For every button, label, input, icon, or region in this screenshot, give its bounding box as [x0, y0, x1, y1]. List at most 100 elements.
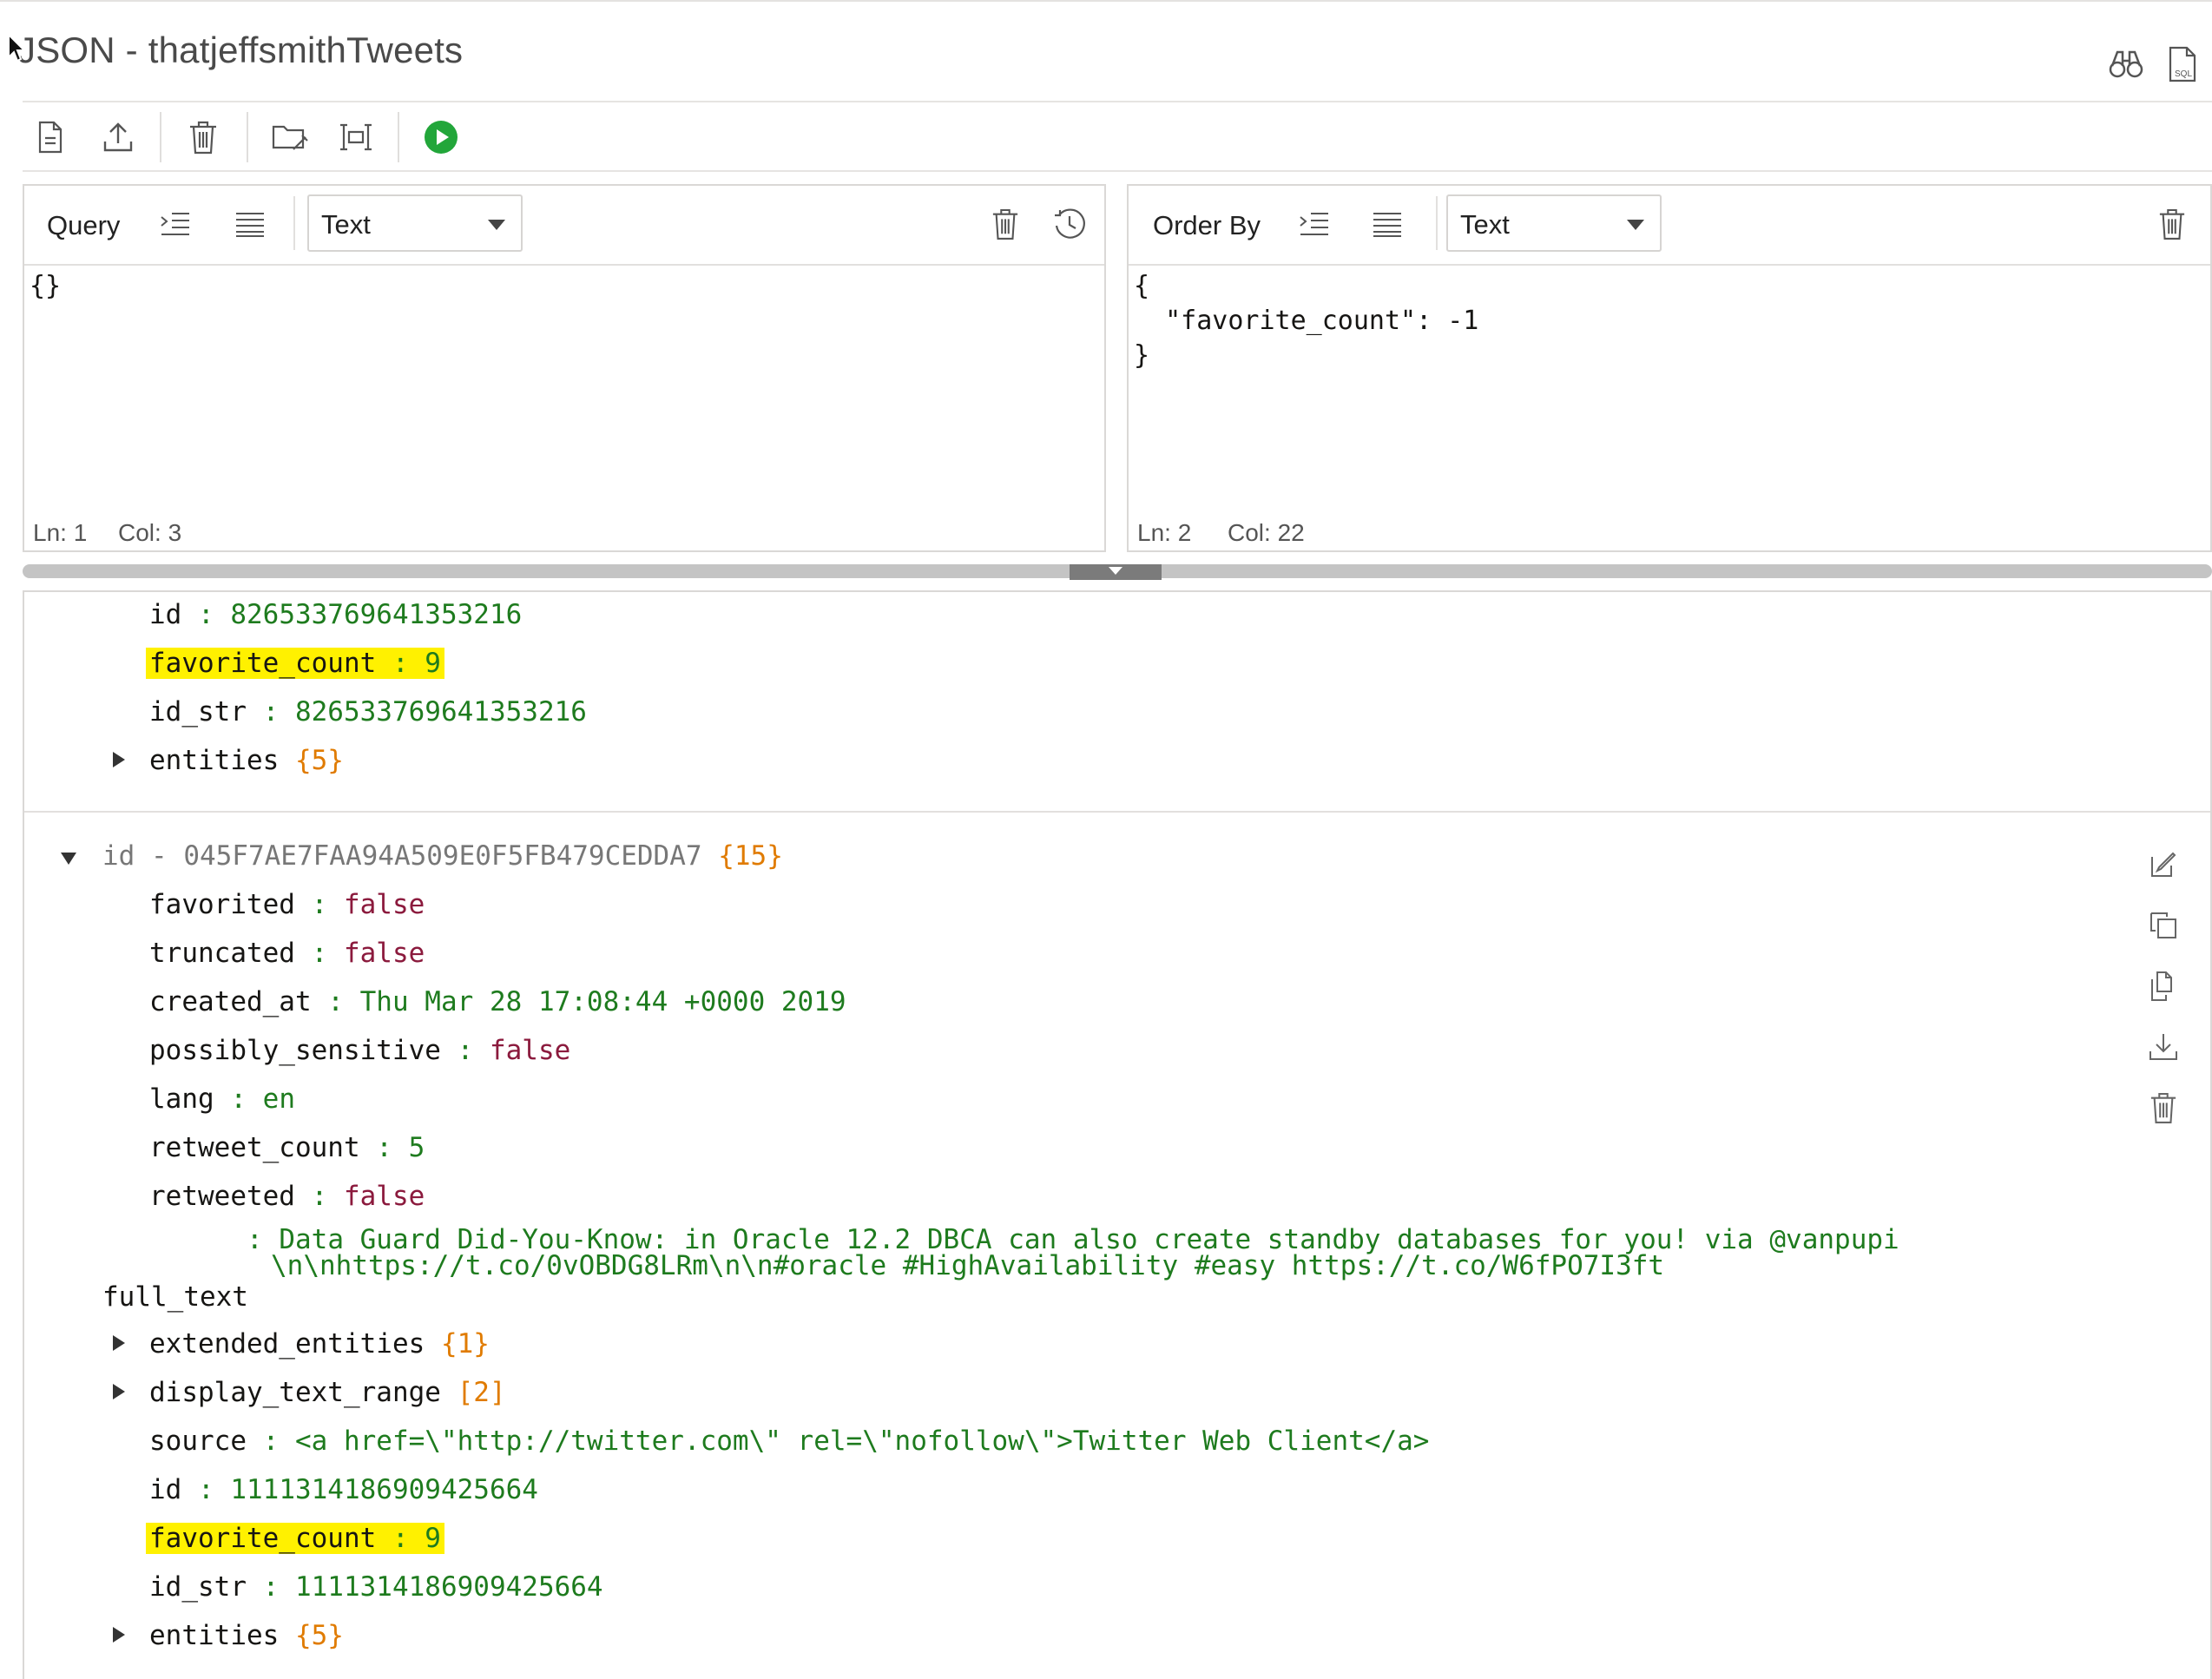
toolbar-separator	[398, 112, 399, 162]
key-label: full_text	[102, 1281, 248, 1313]
key-label: lang	[149, 1083, 214, 1115]
key-label: id_str	[149, 696, 247, 728]
tree-row-truncated: truncated : false	[149, 938, 425, 969]
tree-row-display-text-range[interactable]: display_text_range [2]	[149, 1375, 506, 1410]
binoculars-icon[interactable]	[2104, 45, 2148, 83]
tree-row-lang: lang : en	[149, 1083, 295, 1115]
key-label: id_str	[149, 1571, 247, 1603]
open-folder-icon[interactable]	[267, 116, 313, 158]
value[interactable]: 1111314186909425664	[230, 1474, 538, 1505]
sql-file-icon[interactable]: SQL	[2165, 43, 2200, 85]
order-by-panel-header: Order By Text	[1129, 186, 2210, 266]
query-mode-select[interactable]: Text	[307, 194, 523, 252]
format-lines-icon[interactable]	[1368, 205, 1406, 243]
indent-icon[interactable]	[156, 205, 194, 243]
order-by-panel: Order By Text { "favorite_count": -1 } L…	[1127, 184, 2212, 552]
new-document-icon[interactable]	[31, 116, 69, 158]
tree-row-id-str: id_str : 826533769641353216	[149, 696, 587, 728]
expand-arrow-icon[interactable]	[113, 1335, 125, 1351]
tree-row-id-str: id_str : 1111314186909425664	[149, 1571, 603, 1603]
key-label: created_at	[149, 986, 312, 1017]
delete-icon[interactable]	[2143, 1087, 2184, 1129]
clear-query-icon[interactable]	[986, 203, 1024, 245]
toolbar-separator	[247, 112, 248, 162]
key-label: id	[149, 1474, 182, 1505]
order-by-mode-value: Text	[1460, 209, 1510, 240]
tree-row-possibly-sensitive: possibly_sensitive : false	[149, 1035, 571, 1066]
value[interactable]: 826533769641353216	[230, 599, 522, 630]
key-label: display_text_range	[149, 1377, 441, 1408]
value[interactable]: 1111314186909425664	[295, 1571, 603, 1603]
value[interactable]: en	[263, 1083, 295, 1115]
duplicate-icon[interactable]	[2143, 965, 2184, 1007]
count-badge: {1}	[440, 1328, 490, 1360]
upload-icon[interactable]	[97, 116, 139, 158]
order-by-label: Order By	[1153, 210, 1261, 240]
svg-text:SQL: SQL	[2175, 69, 2192, 79]
tree-row-favorite-count: favorite_count : 9	[146, 1521, 444, 1556]
count-badge: {15}	[718, 840, 783, 872]
order-by-editor[interactable]: { "favorite_count": -1 }	[1134, 269, 1478, 373]
value[interactable]: Thu Mar 28 17:08:44 +0000 2019	[360, 986, 846, 1017]
order-by-mode-select[interactable]: Text	[1446, 194, 1662, 252]
count-badge: [2]	[457, 1377, 506, 1408]
query-panel-header: Query Text	[24, 186, 1104, 266]
expand-arrow-icon[interactable]	[113, 1384, 125, 1399]
download-icon[interactable]	[2143, 1026, 2184, 1068]
value[interactable]: false	[490, 1035, 570, 1066]
tree-row-full-text-key: full_text	[102, 1280, 248, 1314]
key-label: retweeted	[149, 1181, 295, 1212]
value[interactable]: false	[344, 889, 425, 920]
tree-row-entities[interactable]: entities {5}	[149, 1618, 344, 1653]
collapse-arrow-icon[interactable]	[61, 853, 76, 865]
query-label: Query	[47, 210, 121, 240]
value[interactable]: 9	[425, 1523, 441, 1554]
value[interactable]: 5	[409, 1132, 425, 1163]
history-icon[interactable]	[1049, 203, 1090, 245]
splitter-collapse-handle[interactable]	[1070, 564, 1162, 580]
edit-icon[interactable]	[2143, 844, 2184, 886]
key-label: entities	[149, 1620, 280, 1651]
value[interactable]: 9	[425, 648, 441, 679]
key-label: truncated	[149, 938, 295, 969]
value[interactable]: <a href=\"http://twitter.com\" rel=\"nof…	[295, 1426, 1429, 1457]
run-icon[interactable]	[420, 116, 462, 158]
query-panel: Query Text {} Ln: 1 Col: 3	[23, 184, 1106, 552]
query-mode-value: Text	[321, 209, 371, 240]
value[interactable]: 826533769641353216	[295, 696, 587, 728]
chevron-down-icon	[1627, 220, 1644, 230]
copy-icon[interactable]	[2143, 905, 2184, 946]
results-tree: id : 826533769641353216 favorite_count :…	[23, 590, 2212, 1679]
tree-row-retweeted: retweeted : false	[149, 1181, 425, 1212]
format-lines-icon[interactable]	[231, 205, 269, 243]
tree-row-favorited: favorited : false	[149, 889, 425, 920]
delete-icon[interactable]	[182, 116, 224, 158]
key-label: source	[149, 1426, 247, 1457]
count-badge: {5}	[294, 745, 344, 776]
expand-arrow-icon[interactable]	[113, 1627, 125, 1643]
tree-row-source: source : <a href=\"http://twitter.com\" …	[149, 1426, 1430, 1457]
document-divider	[24, 811, 2210, 813]
expand-arrow-icon[interactable]	[113, 752, 125, 767]
value[interactable]: false	[344, 1181, 425, 1212]
tree-row-retweet-count: retweet_count : 5	[149, 1132, 425, 1163]
toolbar-separator	[160, 112, 161, 162]
tree-row-created-at: created_at : Thu Mar 28 17:08:44 +0000 2…	[149, 986, 846, 1017]
value[interactable]: false	[344, 938, 425, 969]
query-editor[interactable]: {}	[30, 269, 61, 304]
highlighted-field: favorite_count : 9	[146, 1523, 444, 1554]
count-badge: {5}	[294, 1620, 344, 1651]
bulk-edit-icon[interactable]	[335, 116, 377, 158]
indent-icon[interactable]	[1295, 205, 1333, 243]
header-separator	[1436, 196, 1438, 250]
clear-order-by-icon[interactable]	[2153, 203, 2191, 245]
page-title: JSON - thatjeffsmithTweets	[17, 30, 464, 70]
full-text-value-line-2[interactable]: \n\nhttps://t.co/0vOBDG8LRm\n\n#oracle #…	[271, 1252, 1664, 1280]
tree-row-favorite-count: favorite_count : 9	[146, 646, 444, 681]
query-status-line: Ln: 1	[33, 519, 88, 546]
tree-row-entities[interactable]: entities {5}	[149, 743, 344, 778]
document-header[interactable]: id - 045F7AE7FAA94A509E0F5FB479CEDDA7 {1…	[102, 839, 783, 873]
key-label: retweet_count	[149, 1132, 360, 1163]
tree-row-extended-entities[interactable]: extended_entities {1}	[149, 1327, 490, 1361]
query-status-col: Col: 3	[118, 519, 182, 546]
